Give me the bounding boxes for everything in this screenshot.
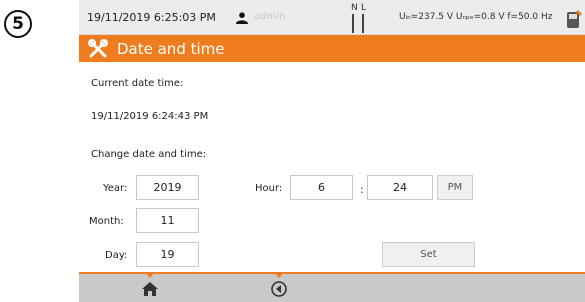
status-datetime: 19/11/2019 6:25:03 PM xyxy=(87,11,216,24)
month-input[interactable]: 11 xyxy=(136,208,199,233)
current-datetime-label: Current date time: xyxy=(91,78,184,89)
step-number-badge: 5 xyxy=(4,10,32,38)
hour-input[interactable]: 6 xyxy=(290,175,353,200)
month-label: Month: xyxy=(89,216,124,227)
phase-l-bar xyxy=(362,14,364,33)
bottom-nav-bar xyxy=(79,272,585,302)
home-icon xyxy=(142,282,158,296)
phase-l-label: L xyxy=(361,3,367,13)
phase-indicator: N L xyxy=(351,3,369,33)
user-icon xyxy=(236,12,248,24)
minute-input[interactable]: 24 xyxy=(367,175,433,200)
back-button[interactable] xyxy=(268,279,290,299)
tools-icon xyxy=(88,39,108,58)
voltage-readout: Uₗₙ=237.5 V Uₙₚₑ=0.8 V f=50.0 Hz xyxy=(399,12,553,22)
device-screen: 19/11/2019 6:25:03 PM admin N L Uₗₙ=237.… xyxy=(79,0,585,302)
meter-icon xyxy=(567,10,582,28)
day-input[interactable]: 19 xyxy=(136,242,199,267)
status-bar: 19/11/2019 6:25:03 PM admin N L Uₗₙ=237.… xyxy=(79,0,585,35)
ampm-toggle-button[interactable]: PM xyxy=(437,175,473,200)
current-datetime-value: 19/11/2019 6:24:43 PM xyxy=(91,111,209,122)
phase-n-bar xyxy=(352,14,354,33)
home-button[interactable] xyxy=(139,279,161,299)
year-input[interactable]: 2019 xyxy=(136,175,199,200)
back-active-indicator xyxy=(274,272,284,278)
home-active-indicator xyxy=(145,272,155,278)
time-separator: : xyxy=(360,183,364,196)
change-datetime-label: Change date and time: xyxy=(91,149,207,160)
day-label: Day: xyxy=(105,250,128,261)
set-button[interactable]: Set xyxy=(382,242,475,267)
year-label: Year: xyxy=(103,183,128,194)
user-name: admin xyxy=(254,11,286,22)
back-icon xyxy=(271,281,287,297)
hour-label: Hour: xyxy=(255,183,283,194)
title-bar: Date and time xyxy=(79,35,585,62)
page-title: Date and time xyxy=(117,40,225,58)
phase-n-label: N xyxy=(351,3,358,13)
